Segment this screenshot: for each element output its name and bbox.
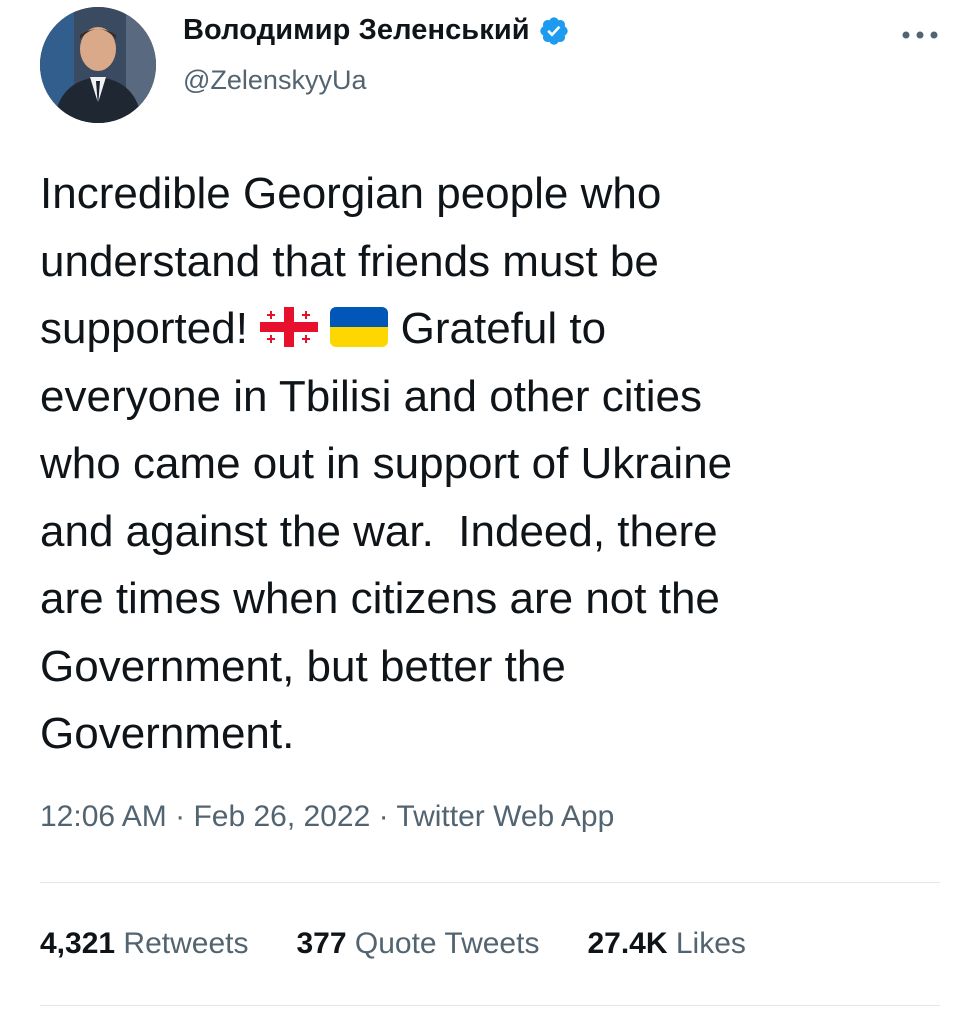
tweet-stats: 4,321 Retweets 377 Quote Tweets 27.4K Li… [40,927,794,961]
likes-stat[interactable]: 27.4K Likes [587,927,745,961]
tweet-line: and against the war. Indeed, there [40,506,718,556]
tweet-line: understand that friends must be [40,236,659,286]
quote-tweets-stat[interactable]: 377 Quote Tweets [296,927,539,961]
likes-count: 27.4K [587,927,668,960]
tweet-line: who came out in support of Ukraine [40,439,733,488]
quote-tweets-count: 377 [296,927,347,960]
retweets-count: 4,321 [40,927,116,960]
ukraine-flag-icon [330,307,389,348]
tweet-line: supported! [40,304,261,353]
tweet-time[interactable]: 12:06 AM [40,800,167,833]
divider [40,882,940,883]
georgia-flag-icon [260,307,319,348]
tweet-line: are times when citizens are not the [40,574,720,623]
avatar[interactable] [40,7,156,123]
meta-separator: · [175,800,186,833]
retweets-label: Retweets [123,927,249,960]
more-options-icon[interactable] [898,28,942,42]
tweet-line: everyone in Tbilisi and other cities [40,371,702,421]
divider [40,1005,940,1006]
tweet-line: Grateful to [388,304,607,353]
tweet-metadata: 12:06 AM · Feb 26, 2022 · Twitter Web Ap… [40,800,614,834]
avatar-image [40,7,156,123]
tweet-line: Government. [40,709,295,758]
tweet-line: Incredible Georgian people who [40,169,662,218]
meta-separator: · [378,800,389,833]
author-name-row[interactable]: Володимир Зеленський [183,14,570,47]
likes-label: Likes [675,927,746,960]
quote-tweets-label: Quote Tweets [354,927,540,960]
tweet-source[interactable]: Twitter Web App [396,800,614,833]
verified-badge-icon [538,15,570,47]
tweet-date[interactable]: Feb 26, 2022 [193,800,370,833]
author-handle[interactable]: @ZelenskyyUa [183,65,366,96]
tweet-card: Володимир Зеленський @ZelenskyyUa Incred… [0,0,980,1024]
tweet-text: Incredible Georgian people who understan… [40,160,960,768]
tweet-line: Government, but better the [40,641,566,691]
author-display-name[interactable]: Володимир Зеленський [183,14,530,47]
retweets-stat[interactable]: 4,321 Retweets [40,927,248,961]
